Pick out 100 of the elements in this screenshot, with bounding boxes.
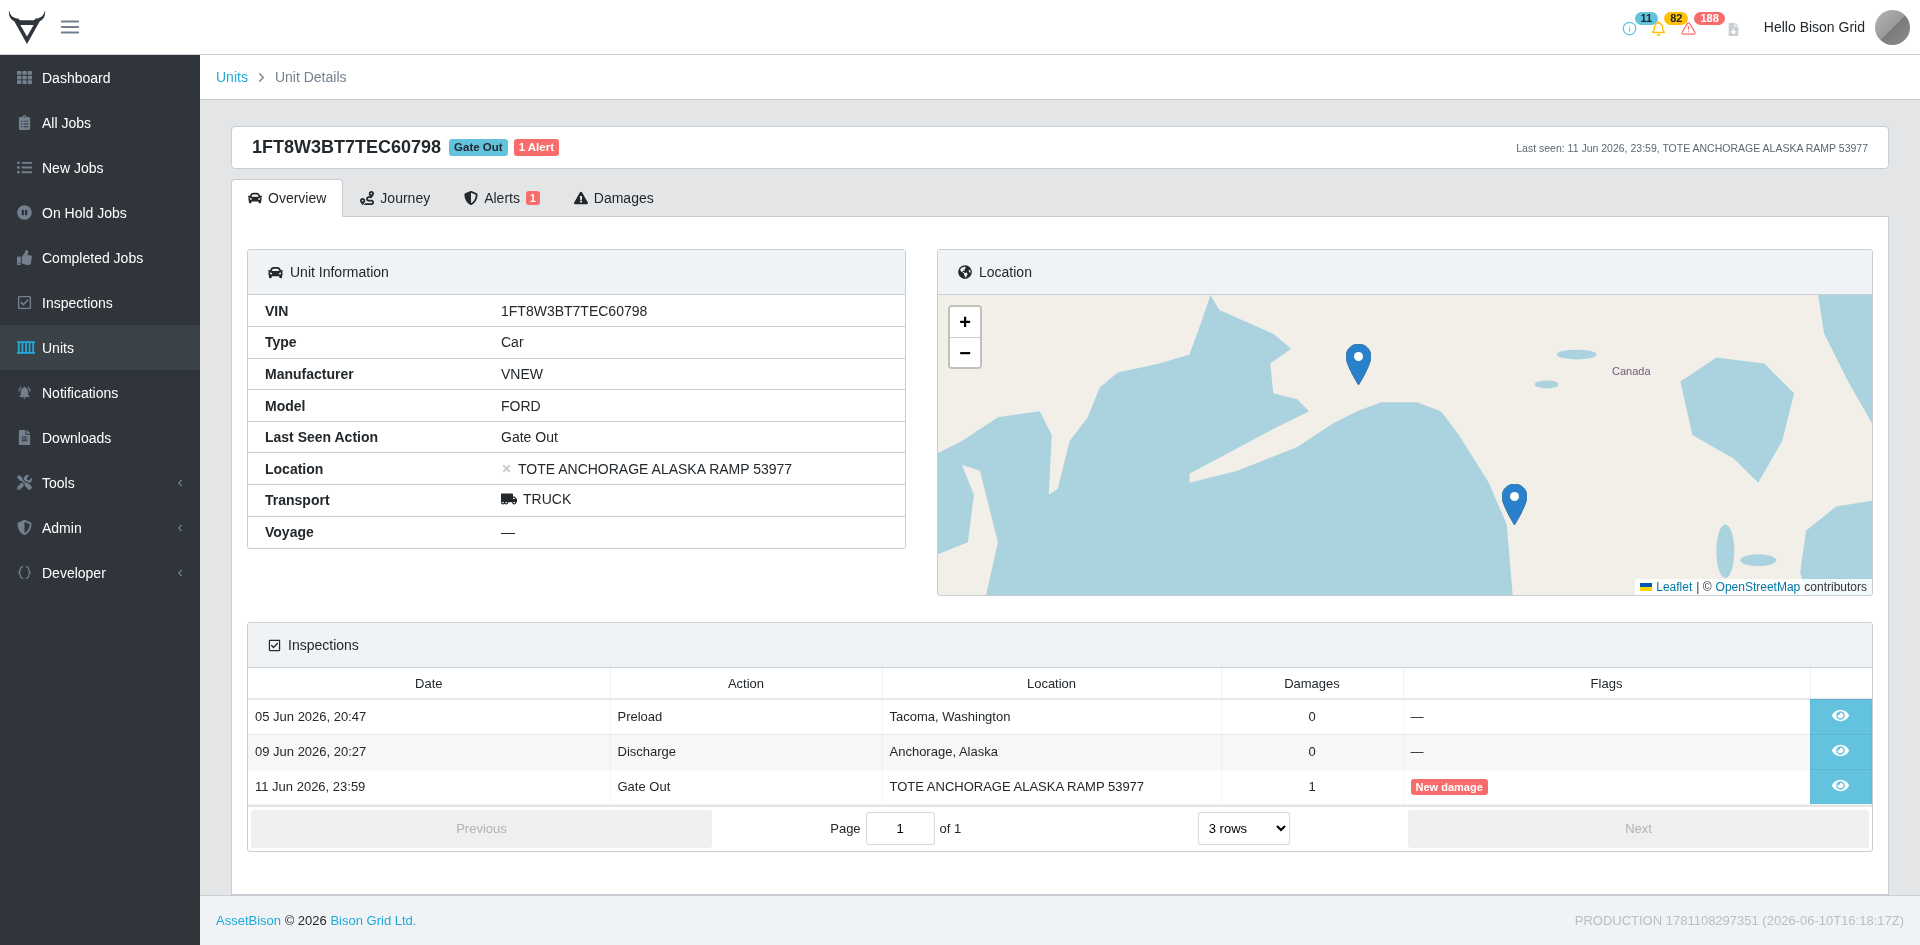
sidebar-item[interactable]: Downloads xyxy=(0,415,200,460)
count-badge: 11 xyxy=(1634,12,1659,25)
view-button[interactable] xyxy=(1810,699,1872,734)
rows-select[interactable]: 3 rows xyxy=(1197,812,1290,845)
table-cell: 11 Jun 2026, 23:59 xyxy=(248,769,610,804)
status-badge: Gate Out xyxy=(449,139,508,156)
sidebar-item[interactable]: All Jobs xyxy=(0,100,200,145)
sidebar-item[interactable]: Notifications xyxy=(0,370,200,415)
column-header[interactable]: Location xyxy=(882,668,1221,699)
warning-icon xyxy=(573,191,588,205)
avatar-icon[interactable] xyxy=(1875,9,1910,45)
table-cell: Preload xyxy=(610,699,882,734)
zoom-out-button[interactable]: − xyxy=(950,337,980,367)
sidebar-item[interactable]: New Jobs xyxy=(0,145,200,190)
car-icon xyxy=(268,264,283,280)
thumbs-up-icon xyxy=(17,250,32,265)
sidebar-item[interactable]: Inspections xyxy=(0,280,200,325)
field-value: Car xyxy=(484,326,905,359)
table-cell: 0 xyxy=(1221,699,1403,734)
column-header[interactable]: Flags xyxy=(1403,668,1810,699)
table-cell: 05 Jun 2026, 20:47 xyxy=(248,699,610,734)
view-button[interactable] xyxy=(1810,769,1872,804)
card-title: Inspections xyxy=(288,637,359,653)
sidebar-item[interactable]: Completed Jobs xyxy=(0,235,200,280)
sidebar-item[interactable]: On Hold Jobs xyxy=(0,190,200,235)
list-icon xyxy=(17,160,32,175)
cross-icon xyxy=(501,463,512,474)
tools-icon xyxy=(17,475,32,490)
field-value: TRUCK xyxy=(523,490,572,507)
leaflet-link[interactable]: Leaflet xyxy=(1656,580,1693,594)
column-header[interactable]: Date xyxy=(248,668,610,699)
field-label: Location xyxy=(248,452,484,485)
map-place-label: Canada xyxy=(1612,365,1651,377)
map-attribution: Leaflet | © OpenStreetMap contributors xyxy=(1635,579,1872,595)
sidebar-item[interactable]: Tools xyxy=(0,460,200,505)
map-marker-icon[interactable] xyxy=(1502,484,1527,525)
last-seen-text: Last seen: 11 Jun 2026, 23:59, TOTE ANCHORAGE ALASKA RAMP 53977 xyxy=(1516,141,1868,154)
table-cell: — xyxy=(1403,734,1810,769)
field-label: Voyage xyxy=(248,516,484,548)
card-title: Location xyxy=(979,264,1032,280)
grid-icon xyxy=(17,70,32,85)
logo-icon[interactable] xyxy=(8,9,46,45)
field-label: Last Seen Action xyxy=(248,421,484,453)
field-value: — xyxy=(484,516,905,548)
page-label: Page xyxy=(830,821,861,836)
column-header[interactable]: Damages xyxy=(1221,668,1403,699)
file-download-icon[interactable] xyxy=(1726,22,1740,36)
map-marker-icon[interactable] xyxy=(1346,344,1371,385)
field-value: VNEW xyxy=(484,358,905,390)
count-badge: 1 xyxy=(525,191,540,205)
field-label: Model xyxy=(248,389,484,422)
field-label: Transport xyxy=(248,484,484,517)
chevron-left-icon[interactable] xyxy=(176,523,184,532)
sidebar-item[interactable]: Units xyxy=(0,325,200,370)
truck-icon xyxy=(501,490,517,507)
braces-icon xyxy=(17,565,32,580)
greeting-text: Hello Bison Grid xyxy=(1763,19,1865,35)
table-cell: Tacoma, Washington xyxy=(882,699,1221,734)
field-value: 1FT8W3BT7TEC60798 xyxy=(484,295,905,327)
info-icon[interactable] xyxy=(1621,21,1637,36)
pause-icon xyxy=(17,205,32,220)
sidebar-item[interactable]: Admin xyxy=(0,505,200,550)
breadcrumb-current: Unit Details xyxy=(274,69,347,85)
page-total: of 1 xyxy=(939,821,962,836)
zoom-in-button[interactable]: + xyxy=(950,307,980,337)
openstreetmap-link[interactable]: OpenStreetMap xyxy=(1715,580,1801,594)
tab[interactable]: Damages xyxy=(556,179,671,217)
table-cell: — xyxy=(1403,699,1810,734)
shield-icon xyxy=(464,191,479,205)
field-label: Manufacturer xyxy=(248,358,484,390)
bell-icon[interactable] xyxy=(1651,21,1667,36)
chevron-left-icon[interactable] xyxy=(176,568,184,577)
flag-icon xyxy=(1640,583,1653,591)
view-button[interactable] xyxy=(1810,734,1872,769)
checkbox-icon xyxy=(17,295,32,310)
globe-icon xyxy=(958,265,972,279)
shield-icon xyxy=(17,520,32,535)
vin-title: 1FT8W3BT7TEC60798 xyxy=(252,137,442,158)
table-cell: TOTE ANCHORAGE ALASKA RAMP 53977 xyxy=(882,769,1221,804)
status-badge: 1 Alert xyxy=(513,139,559,156)
warning-icon[interactable] xyxy=(1681,21,1697,36)
page-input[interactable]: 1 xyxy=(865,812,935,845)
tab[interactable]: Journey xyxy=(343,179,448,217)
field-value: Gate Out xyxy=(484,421,905,453)
count-badge: 188 xyxy=(1694,12,1725,25)
sidebar-item[interactable]: Dashboard xyxy=(0,55,200,100)
table-cell: 1 xyxy=(1221,769,1403,804)
tab[interactable]: Alerts 1 xyxy=(447,179,557,217)
table-cell: Anchorage, Alaska xyxy=(882,734,1221,769)
tab[interactable]: Overview xyxy=(231,179,344,217)
card-title: Unit Information xyxy=(290,264,389,280)
sidebar-item[interactable]: Developer xyxy=(0,550,200,595)
table-cell: Discharge xyxy=(610,734,882,769)
chevron-left-icon[interactable] xyxy=(176,478,184,487)
container-icon xyxy=(17,341,35,354)
file-icon xyxy=(17,430,32,445)
field-value: TOTE ANCHORAGE ALASKA RAMP 53977 xyxy=(518,460,793,477)
column-header[interactable]: Action xyxy=(610,668,882,699)
field-label: Type xyxy=(248,326,484,359)
table-cell: 09 Jun 2026, 20:27 xyxy=(248,734,610,769)
